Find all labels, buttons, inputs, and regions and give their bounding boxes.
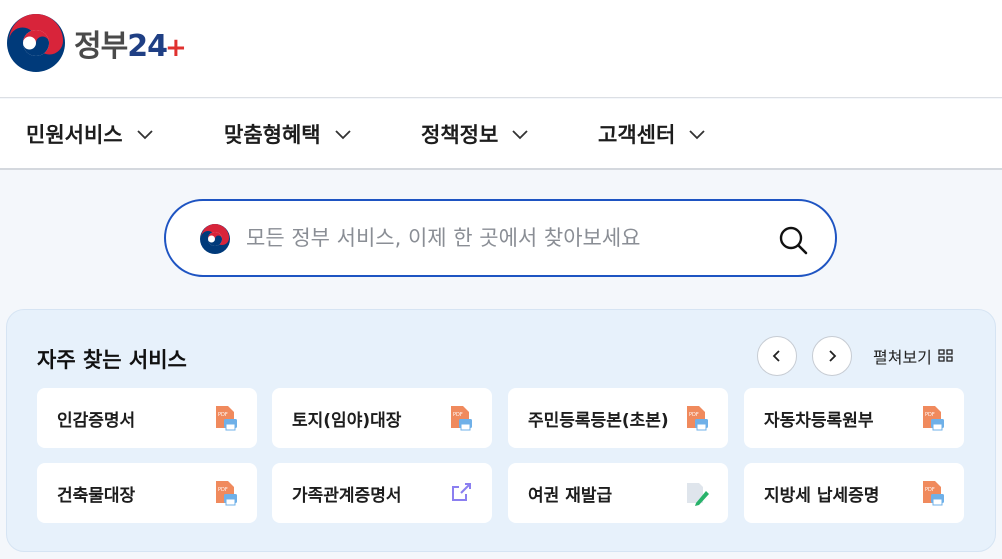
prev-button[interactable]	[757, 336, 797, 376]
taegeuk-emblem-icon	[7, 14, 65, 72]
svg-text:PDF: PDF	[218, 412, 228, 418]
document-edit-icon	[687, 483, 709, 506]
chevron-down-icon	[334, 130, 351, 140]
expand-button[interactable]: 펼쳐보기	[873, 344, 954, 368]
logo-number: 24	[127, 29, 168, 64]
card-label: 지방세 납세증명	[764, 485, 880, 506]
site-header: 정부 24 +	[0, 0, 1002, 98]
pdf-print-icon: PDF	[216, 481, 237, 506]
chevron-down-icon	[136, 130, 153, 140]
nav-label: 정책정보	[421, 123, 499, 147]
svg-text:PDF: PDF	[925, 412, 935, 418]
chevron-right-icon	[829, 350, 837, 362]
grid-icon	[938, 349, 953, 362]
card-label: 건축물대장	[57, 485, 136, 506]
service-card-building-register[interactable]: 건축물대장 PDF	[37, 463, 257, 523]
expand-label: 펼쳐보기	[873, 348, 932, 367]
panel-title: 자주 찾는 서비스	[37, 348, 187, 372]
pdf-print-icon: PDF	[451, 406, 472, 431]
nav-custom-benefits[interactable]: 맞춤형혜택	[224, 119, 352, 149]
nav-label: 민원서비스	[26, 123, 123, 147]
service-card-seal-certificate[interactable]: 인감증명서 PDF	[37, 388, 257, 448]
card-label: 주민등록등본(초본)	[528, 410, 669, 431]
service-card-land-register[interactable]: 토지(임야)대장 PDF	[272, 388, 492, 448]
logo-wordmark: 정부 24 +	[74, 21, 187, 65]
service-card-family-relation[interactable]: 가족관계증명서	[272, 463, 492, 523]
nav-label: 고객센터	[598, 123, 676, 147]
service-card-resident-register[interactable]: 주민등록등본(초본) PDF	[508, 388, 728, 448]
chevron-down-icon	[512, 130, 528, 140]
nav-customer-center[interactable]: 고객센터	[598, 119, 706, 149]
nav-label: 맞춤형혜택	[224, 123, 321, 147]
search-icon[interactable]	[776, 223, 810, 257]
svg-text:PDF: PDF	[218, 487, 228, 493]
pdf-print-icon: PDF	[923, 406, 944, 431]
taegeuk-mini-icon	[200, 224, 230, 254]
service-card-local-tax[interactable]: 지방세 납세증명 PDF	[744, 463, 964, 523]
external-link-icon	[452, 483, 471, 501]
search-bar	[164, 199, 837, 277]
logo-text: 정부	[74, 29, 128, 64]
search-input[interactable]	[246, 221, 746, 255]
card-label: 인감증명서	[57, 410, 136, 431]
frequent-services-panel: 자주 찾는 서비스 펼쳐보기 인감증명서 PDF 토지(임야)대장 PDF 주민…	[6, 309, 996, 552]
chevron-down-icon	[689, 130, 705, 140]
service-card-vehicle-register[interactable]: 자동차등록원부 PDF	[744, 388, 964, 448]
svg-text:PDF: PDF	[453, 412, 463, 418]
next-button[interactable]	[812, 336, 852, 376]
pdf-print-icon: PDF	[216, 406, 237, 431]
nav-policy-info[interactable]: 정책정보	[421, 119, 529, 149]
card-label: 여권 재발급	[528, 485, 613, 506]
gov24-logo[interactable]: 정부 24 +	[6, 13, 187, 73]
svg-text:PDF: PDF	[925, 487, 935, 493]
main-navigation: 민원서비스 맞춤형혜택 정책정보 고객센터	[0, 99, 1002, 170]
card-label: 가족관계증명서	[292, 485, 402, 506]
pdf-print-icon: PDF	[923, 481, 944, 506]
pdf-print-icon: PDF	[687, 406, 708, 431]
svg-text:PDF: PDF	[689, 412, 699, 418]
service-card-passport-reissue[interactable]: 여권 재발급	[508, 463, 728, 523]
card-label: 토지(임야)대장	[292, 410, 402, 431]
logo-plus: +	[164, 33, 187, 63]
card-label: 자동차등록원부	[764, 410, 874, 431]
chevron-left-icon	[772, 350, 780, 362]
nav-civil-services[interactable]: 민원서비스	[26, 119, 154, 149]
